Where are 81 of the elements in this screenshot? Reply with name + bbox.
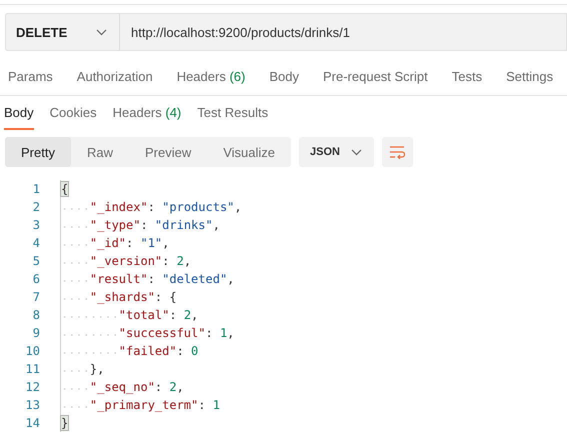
- json-punct: : {: [154, 290, 177, 304]
- json-key: "failed": [118, 344, 177, 358]
- json-key: "_primary_term": [90, 398, 198, 412]
- format-dropdown[interactable]: JSON: [299, 137, 374, 167]
- request-tab[interactable]: Params: [8, 68, 53, 84]
- line-number: 10: [24, 344, 40, 358]
- json-key: "_type": [90, 218, 140, 232]
- line-number: 11: [24, 362, 40, 376]
- view-mode-tab[interactable]: Raw: [70, 137, 129, 167]
- line-number: 6: [32, 272, 40, 286]
- json-key: "total": [118, 308, 170, 322]
- json-punct: :: [148, 272, 156, 286]
- json-key: "_seq_no": [90, 380, 155, 394]
- json-number: 0: [191, 344, 198, 358]
- json-string: "drinks": [154, 218, 213, 232]
- json-number: 1: [220, 326, 228, 340]
- line-number: 4: [32, 236, 40, 250]
- view-mode-tab[interactable]: Pretty: [5, 137, 71, 167]
- json-punct: :: [198, 398, 206, 412]
- chevron-down-icon: [96, 28, 107, 36]
- line-number: 14: [24, 416, 40, 430]
- request-tab[interactable]: Settings: [506, 68, 554, 84]
- line-number: 5: [32, 254, 40, 268]
- url-field[interactable]: http://localhost:9200/products/drinks/1: [120, 13, 567, 51]
- chevron-down-icon: [351, 148, 362, 156]
- json-string: "products": [162, 200, 234, 214]
- line-number: 2: [32, 200, 40, 214]
- json-number: 1: [212, 398, 220, 412]
- method-dropdown[interactable]: DELETE: [5, 13, 120, 51]
- format-label: JSON: [310, 146, 340, 158]
- matched-brace: {: [61, 182, 68, 196]
- matched-brace: }: [61, 416, 68, 430]
- wrap-lines-icon: [390, 146, 406, 158]
- view-mode-tab[interactable]: Visualize: [207, 137, 292, 167]
- json-punct: ,: [191, 308, 198, 322]
- json-punct: :: [176, 344, 185, 358]
- line-number: 7: [32, 290, 40, 304]
- request-tab[interactable]: Body: [269, 68, 299, 84]
- response-tab[interactable]: Cookies: [50, 96, 97, 130]
- request-tab[interactable]: Pre-request Script: [322, 68, 428, 84]
- json-key: "_index": [90, 200, 148, 214]
- json-string: "1": [140, 236, 162, 250]
- json-key: "successful": [118, 326, 206, 340]
- json-punct: :: [140, 218, 149, 232]
- json-punct: :: [205, 326, 214, 340]
- json-punct: ,: [162, 236, 170, 250]
- json-key: "_shards": [90, 290, 155, 304]
- json-punct: ,: [184, 254, 192, 268]
- json-punct: ,: [234, 200, 242, 214]
- line-number: 8: [32, 308, 40, 322]
- response-tab[interactable]: Body: [4, 96, 34, 130]
- json-punct: :: [148, 200, 156, 214]
- json-number: 2: [184, 308, 192, 322]
- line-number: 13: [24, 398, 40, 412]
- response-tab[interactable]: Test Results: [197, 96, 268, 130]
- json-punct: :: [154, 380, 164, 394]
- method-label: DELETE: [16, 24, 68, 40]
- request-tab[interactable]: Tests: [452, 68, 482, 84]
- json-key: "result": [90, 272, 148, 286]
- view-mode-tab[interactable]: Preview: [128, 137, 208, 167]
- json-punct: ,: [212, 218, 220, 232]
- json-string: "deleted": [162, 272, 228, 286]
- json-punct: },: [90, 362, 104, 376]
- line-number: 12: [24, 380, 40, 394]
- json-key: "_version": [90, 254, 162, 268]
- json-punct: :: [169, 308, 178, 322]
- line-number: 1: [32, 182, 40, 196]
- line-number: 3: [32, 218, 40, 232]
- wrap-lines-button[interactable]: [382, 137, 414, 167]
- request-tab[interactable]: Headers (6): [176, 68, 246, 84]
- json-number: 2: [169, 380, 177, 394]
- response-tab[interactable]: Headers (4): [112, 96, 182, 130]
- json-punct: :: [126, 236, 134, 250]
- json-punct: ,: [176, 380, 184, 394]
- json-number: 2: [176, 254, 184, 268]
- request-tab[interactable]: Authorization: [76, 68, 153, 84]
- json-key: "_id": [90, 236, 126, 250]
- line-number: 9: [32, 326, 40, 340]
- json-punct: :: [162, 254, 170, 268]
- json-punct: ,: [227, 326, 234, 340]
- json-punct: ,: [227, 272, 234, 286]
